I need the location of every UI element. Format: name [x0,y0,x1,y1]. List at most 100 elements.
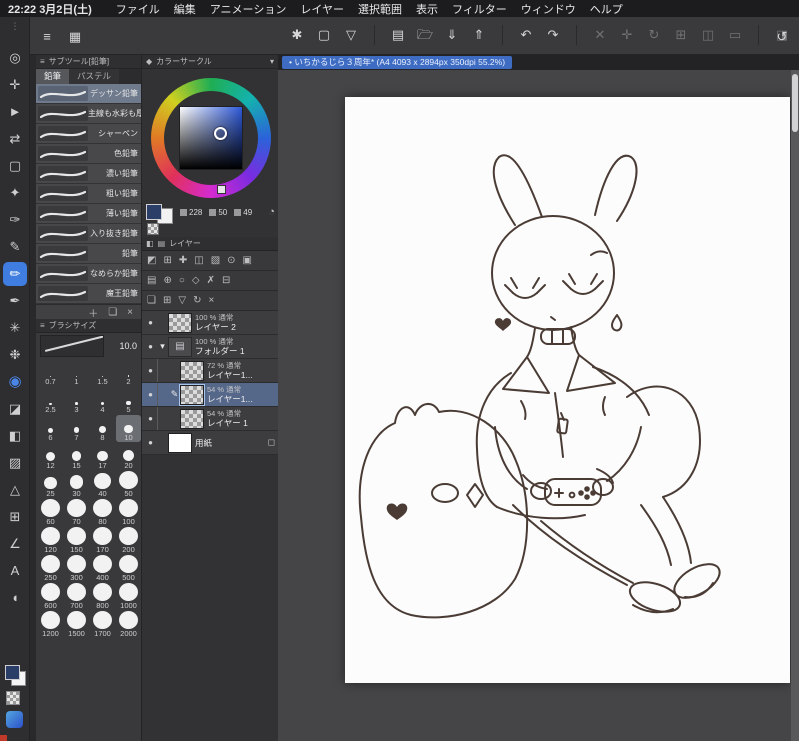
color-mode-icon[interactable]: ◔ [268,206,275,218]
layer-move-tool-icon[interactable]: ⇄ [3,127,27,151]
brush-size-cell[interactable]: 300 [64,555,89,582]
layer-thumbnail[interactable] [180,360,204,381]
redo-icon[interactable]: ↷ [544,25,562,45]
layer-color-icon[interactable]: ◇ [192,275,200,286]
menu-item[interactable]: ウィンドウ [521,1,576,17]
mask-icon[interactable]: ▤ [147,275,156,286]
new-folder-icon[interactable]: ⊞ [163,295,171,306]
subtool-tab[interactable]: パステル [69,69,120,84]
brush-size-cell[interactable]: 60 [38,499,63,526]
ruler-tool-icon[interactable]: ∠ [3,532,27,556]
new-file-icon[interactable]: ▤ [389,25,407,45]
brush-size-cell[interactable]: 15 [64,443,89,470]
brush-size-cell[interactable]: 40 [90,471,115,498]
duplicate-subtool-icon[interactable]: ❏ [108,307,117,318]
color-wheel[interactable] [151,78,271,198]
save-icon[interactable]: ⇓ [443,25,461,45]
edge-pull-tab[interactable] [0,735,7,741]
divider-icon[interactable]: ⊟ [222,275,230,286]
layer-row[interactable]: ● ✎ 54 % 通常 レイヤー1... [142,383,279,407]
open-file-icon[interactable]: 🗁 [416,25,434,45]
subtool-item[interactable]: 主線も水彩も厚塗りも一本 [36,104,141,124]
brush-size-cell[interactable]: 4 [90,387,115,414]
brush-size-cell[interactable]: 3 [64,387,89,414]
layer-row[interactable]: ● ▾ ▤ 100 % 通常 フォルダー 1 [142,335,279,359]
undo-icon[interactable]: ↶ [517,25,535,45]
fill-tool-icon[interactable]: ◧ [3,424,27,448]
brush-size-cell[interactable]: 25 [38,471,63,498]
subtool-item[interactable]: 入り抜き鉛筆 [36,224,141,244]
folder-icon[interactable]: ▤ [168,336,192,357]
layer-thumbnail[interactable] [180,408,204,429]
vertical-scrollbar[interactable] [791,70,799,741]
auto-select-tool-icon[interactable]: ✦ [3,181,27,205]
eye-icon[interactable]: ● [144,438,157,447]
canvas[interactable] [345,97,790,683]
brush-size-cell[interactable]: 10 [116,415,141,442]
brush-size-cell[interactable]: 150 [64,527,89,554]
decoration-tool-icon[interactable]: ❉ [3,343,27,367]
subtool-item[interactable]: 薄い鉛筆 [36,204,141,224]
lock-transparent-icon[interactable]: ▣ [243,255,252,266]
brush-size-cell[interactable]: 5 [116,387,141,414]
brush-size-cell[interactable]: 80 [90,499,115,526]
frame-tool-icon[interactable]: ⊞ [3,505,27,529]
brush-size-cell[interactable]: 2 [116,359,141,386]
combine-icon[interactable]: ✚ [179,255,187,266]
brush-size-cell[interactable]: 1500 [64,611,89,638]
brush-size-cell[interactable]: 6 [38,415,63,442]
canvas-viewport[interactable] [278,70,799,741]
hue-marker[interactable] [217,185,226,194]
operation-tool-icon[interactable]: ► [3,100,27,124]
brush-size-cell[interactable]: 250 [38,555,63,582]
blend-mode-icon[interactable]: ◩ [147,255,156,266]
layer-row[interactable]: ● 100 % 通常 レイヤー 2 [142,311,279,335]
brush-size-cell[interactable]: 70 [64,499,89,526]
selection-tool-icon[interactable]: ▢ [3,154,27,178]
menu-item[interactable]: ファイル [116,1,160,17]
set-mask-icon[interactable]: ○ [179,275,185,286]
brush-size-cell[interactable]: 1200 [38,611,63,638]
transparent-swatch[interactable] [147,223,159,235]
transparent-color-swatch[interactable] [6,691,20,705]
brush-size-cell[interactable]: 400 [90,555,115,582]
text-tool-icon[interactable]: A [3,559,27,583]
document-tab[interactable]: • いちかるじら３周年* (A4 4093 x 2894px 350dpi 55… [282,56,513,69]
menu-item[interactable]: 表示 [416,1,438,17]
subtool-item[interactable]: シャーペン [36,124,141,144]
merge-down-icon[interactable]: ↻ [193,295,201,306]
eye-icon[interactable]: ● [144,366,157,375]
color-wheel-tab-icon[interactable]: ◆ [146,57,152,66]
object-tool-icon[interactable]: ✱ [288,25,306,45]
brush-size-value[interactable]: 10.0 [108,341,137,351]
pencil-tool-icon[interactable]: ✏ [3,262,27,286]
subtool-item[interactable]: 濃い鉛筆 [36,164,141,184]
eye-icon[interactable]: ● [144,318,157,327]
primary-color-swatch[interactable] [146,204,162,220]
draft-layer-icon[interactable]: ▧ [211,255,220,266]
brush-size-cell[interactable]: 1700 [90,611,115,638]
layer-tab-icon-2[interactable]: ▤ [158,239,166,248]
scrollbar-thumb[interactable] [792,74,798,132]
delete-subtool-icon[interactable]: × [127,307,133,318]
panel-overflow-icon[interactable]: ▾ [270,57,274,66]
brush-size-cell[interactable]: 2000 [116,611,141,638]
reference-layer-icon[interactable]: ◫ [194,255,203,266]
brush-size-cell[interactable]: 200 [116,527,141,554]
brush-size-cell[interactable]: 2.5 [38,387,63,414]
sync-icon[interactable]: ↺ [773,27,791,47]
brush-size-cell[interactable]: 0.7 [38,359,63,386]
subtool-tab[interactable]: 鉛筆 [36,69,70,84]
subtool-item[interactable]: 鉛筆 [36,244,141,264]
export-icon[interactable]: ⇑ [470,25,488,45]
layer-tab-icon[interactable]: ◧ [146,239,154,248]
workspace-grid-icon[interactable]: ▦ [66,27,84,47]
brush-size-cell[interactable]: 1000 [116,583,141,610]
brush-size-cell[interactable]: 800 [90,583,115,610]
layer-row[interactable]: ● 用紙 ◻ [142,431,279,455]
blend-tool-icon[interactable]: ◉ [3,370,27,394]
gradient-tool-icon[interactable]: ▨ [3,451,27,475]
subtool-item[interactable]: なめらか鉛筆 [36,264,141,284]
eraser-tool-icon[interactable]: ◪ [3,397,27,421]
selection-launcher-icon[interactable]: ▢ [315,25,333,45]
